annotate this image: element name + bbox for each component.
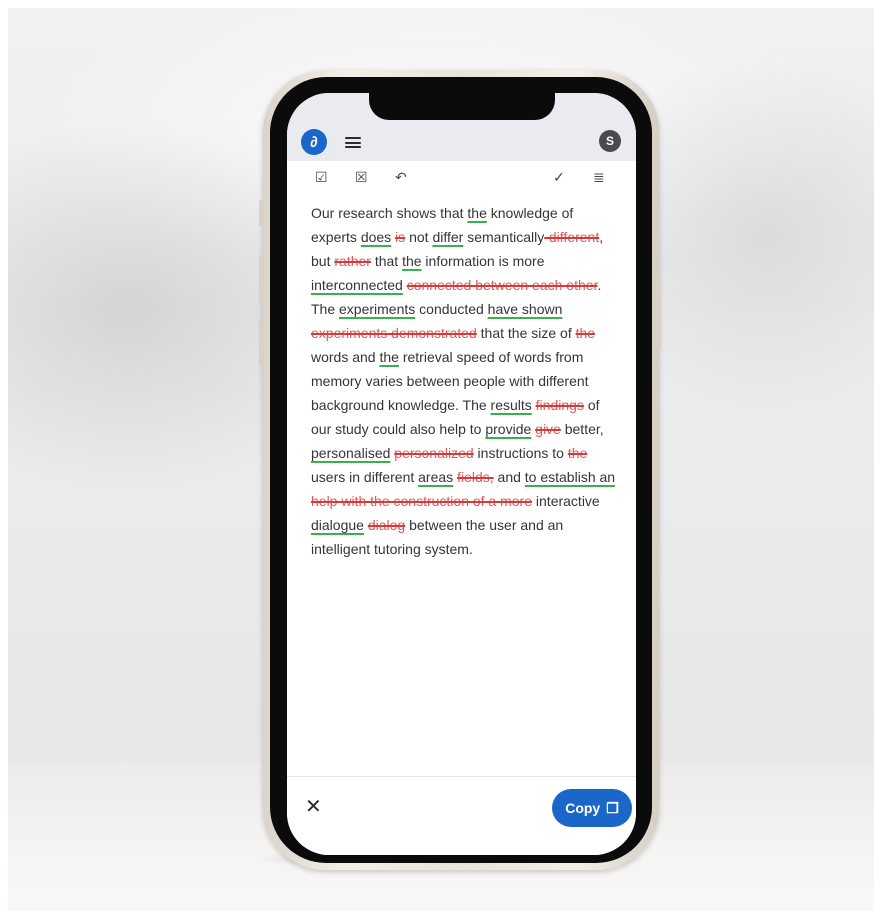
deleted-text[interactable]: personalized (394, 445, 473, 461)
deleted-text[interactable]: findings (536, 397, 584, 413)
app-logo-icon[interactable]: ∂ (301, 129, 327, 155)
deleted-text[interactable]: the (568, 445, 587, 461)
inserted-text[interactable]: differ (432, 229, 463, 245)
phone-volume-down-button (259, 318, 264, 366)
plain-text: conducted (415, 301, 488, 317)
plain-text: better, (560, 421, 604, 437)
plain-text: interactive (532, 493, 600, 509)
deleted-text[interactable]: experiments demonstrated (311, 325, 477, 341)
plain-text: information is more (421, 253, 545, 269)
inserted-text[interactable]: results (491, 397, 532, 413)
menu-icon-bar (345, 137, 361, 139)
edit-toolbar: ☑ ☒ ↶ ✓ ≣ (287, 163, 636, 191)
phone-side-button (259, 200, 264, 226)
deleted-text[interactable]: dialog (368, 517, 405, 533)
phone-power-button (656, 280, 661, 350)
inserted-text[interactable]: the (379, 349, 398, 365)
inserted-text[interactable]: areas (418, 469, 453, 485)
app-screen: ∂ S ☑ ☒ ↶ ✓ ≣ Our research shows that th… (287, 93, 636, 855)
deleted-text[interactable]: fields, (457, 469, 494, 485)
inserted-text[interactable]: the (467, 205, 486, 221)
plain-text: that (370, 253, 403, 269)
copy-button[interactable]: Copy ❐ (552, 789, 632, 827)
inserted-text[interactable]: have shown (488, 301, 563, 317)
deleted-text[interactable]: rather (334, 253, 371, 269)
phone-volume-up-button (259, 255, 264, 303)
inserted-text[interactable]: experiments (339, 301, 415, 317)
copy-button-label: Copy (565, 800, 601, 816)
deleted-text[interactable]: help with the construction of a more (311, 493, 532, 509)
copy-icon: ❐ (606, 799, 619, 816)
inserted-text[interactable]: interconnected (311, 277, 403, 293)
bottom-action-bar: ✕ Copy ❐ (287, 776, 636, 855)
inserted-text[interactable]: does (361, 229, 391, 245)
edited-text-body[interactable]: Our research shows that the knowledge of… (311, 201, 621, 561)
deleted-text[interactable]: is (395, 229, 405, 245)
deleted-text[interactable]: connected between each other (407, 277, 598, 293)
deleted-text[interactable]: -different (544, 229, 599, 245)
plain-text: words and (311, 349, 380, 365)
review-changes-icon[interactable]: ✓ (553, 167, 565, 187)
plain-text: semantically (463, 229, 545, 245)
notes-icon[interactable]: ≣ (593, 167, 605, 187)
inserted-text[interactable]: personalised (311, 445, 390, 461)
undo-icon[interactable]: ↶ (395, 167, 407, 187)
menu-icon-bar (345, 141, 361, 144)
reject-all-icon[interactable]: ☒ (355, 167, 368, 187)
plain-text: and (493, 469, 525, 485)
inserted-text[interactable]: the (402, 253, 421, 269)
close-icon[interactable]: ✕ (305, 797, 322, 817)
plain-text: users in different (311, 469, 419, 485)
hamburger-menu-icon[interactable] (345, 137, 361, 148)
menu-icon-bar (345, 146, 361, 148)
user-avatar[interactable]: S (599, 130, 621, 152)
plain-text: Our research shows that (311, 205, 468, 221)
inserted-text[interactable]: to establish an (525, 469, 615, 485)
accept-all-icon[interactable]: ☑ (315, 167, 328, 187)
plain-text: instructions to (473, 445, 568, 461)
deleted-text[interactable]: the (576, 325, 595, 341)
plain-text: not (405, 229, 433, 245)
plain-text: that the size of (476, 325, 576, 341)
inserted-text[interactable]: provide (485, 421, 531, 437)
phone-notch (369, 90, 555, 120)
inserted-text[interactable]: dialogue (311, 517, 364, 533)
deleted-text[interactable]: give (535, 421, 561, 437)
